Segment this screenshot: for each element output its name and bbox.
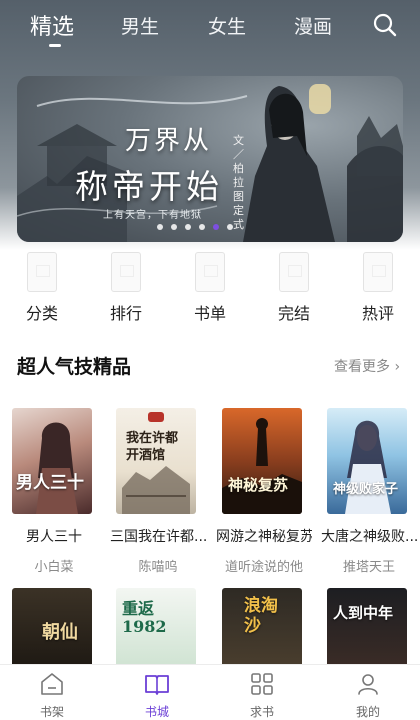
quick-item-label: 书单 <box>193 304 226 323</box>
book-title: 大唐之神级败... <box>321 529 417 545</box>
banner-subtitle: 上有天宫，下有地狱 <box>103 210 202 221</box>
quick-item-ranking[interactable]: 排行 <box>96 252 156 324</box>
category-icon <box>27 252 57 292</box>
quick-item-hot-reviews[interactable]: 热评 <box>348 252 408 324</box>
nav-bookstore[interactable]: 书城 <box>127 671 187 720</box>
quick-item-completed[interactable]: 完结 <box>264 252 324 324</box>
cover-art <box>345 420 391 514</box>
cover-title-text: 神级败家子 <box>333 482 399 497</box>
book-cover: 神秘复苏 <box>222 408 302 514</box>
book-card[interactable]: 我在许都开酒馆 三国我在许都... 陈喵呜 <box>110 408 206 575</box>
quick-item-label: 排行 <box>109 304 142 323</box>
carousel-dot[interactable] <box>171 224 177 230</box>
quick-item-label: 分类 <box>25 304 58 323</box>
tab-comics[interactable]: 漫画 <box>294 12 332 39</box>
nav-label: 书城 <box>144 705 169 719</box>
book-title: 男人三十 <box>26 529 82 545</box>
carousel-dot-active[interactable] <box>213 224 219 230</box>
book-card[interactable]: 重返1982 <box>116 588 196 668</box>
cover-title-text: 朝仙 <box>42 622 78 643</box>
hot-reviews-icon <box>363 252 393 292</box>
cover-title-text: 重返1982 <box>122 599 167 636</box>
nav-profile[interactable]: 我的 <box>338 671 398 720</box>
section-title: 超人气技精品 <box>17 356 132 378</box>
book-author: 道听途说的他 <box>224 560 303 575</box>
banner-title-line2: 称帝开始 <box>75 167 223 206</box>
quick-item-category[interactable]: 分类 <box>12 252 72 324</box>
book-open-icon <box>145 675 169 695</box>
cover-title-text: 人到中年 <box>333 604 394 622</box>
nav-label: 我的 <box>355 705 380 719</box>
book-author: 陈喵呜 <box>138 560 178 575</box>
tab-female[interactable]: 女生 <box>208 12 246 39</box>
user-icon <box>358 674 378 695</box>
book-card[interactable]: 神秘复苏 网游之神秘复苏 道听途说的他 <box>216 408 312 575</box>
search-button[interactable] <box>372 12 398 38</box>
book-card[interactable]: 神级败家子 大唐之神级败... 推塔天王 <box>321 408 417 575</box>
nav-bookshelf[interactable]: 书架 <box>22 671 82 720</box>
book-author: 推塔天王 <box>342 560 395 575</box>
book-author: 小白菜 <box>34 560 74 575</box>
book-card[interactable]: 男人三十 男人三十 小白菜 <box>12 408 94 575</box>
quick-item-label: 完结 <box>277 304 310 323</box>
nav-label: 书架 <box>39 705 64 719</box>
book-cover: 神级败家子 <box>327 408 407 514</box>
cover-title-text: 男人三十 <box>16 473 84 493</box>
bottom-navigation: 书架 书城 求书 我的 <box>0 664 420 720</box>
banner-title-line1: 万界从 <box>125 126 213 156</box>
shelf-icon <box>41 673 63 695</box>
promo-banner[interactable]: 万界从 称帝开始 上有天宫，下有地狱 文／柏拉图定式 <box>17 76 403 242</box>
active-tab-indicator <box>49 44 61 47</box>
tab-male[interactable]: 男生 <box>121 12 159 39</box>
completed-icon <box>279 252 309 292</box>
ranking-icon <box>111 252 141 292</box>
banner-author: 文／柏拉图定式 <box>233 134 244 231</box>
carousel-dot[interactable] <box>185 224 191 230</box>
cover-art <box>222 418 302 514</box>
top-navigation: 精选 男生 女生 漫画 <box>0 0 420 62</box>
see-more-link[interactable]: 查看更多 › <box>334 356 400 376</box>
quick-item-booklist[interactable]: 书单 <box>180 252 240 324</box>
booklist-icon <box>195 252 225 292</box>
quick-menu: 分类 排行 书单 完结 热评 <box>0 252 420 332</box>
cover-title-text: 我在许都开酒馆 <box>126 431 179 463</box>
book-cover: 男人三十 <box>12 408 92 514</box>
tab-featured[interactable]: 精选 <box>30 9 74 41</box>
carousel-dot[interactable] <box>227 224 233 230</box>
grid-icon <box>251 673 273 695</box>
cover-art <box>36 422 78 514</box>
nav-label: 求书 <box>249 705 274 719</box>
book-cover: 我在许都开酒馆 <box>116 408 196 514</box>
search-icon <box>373 13 397 37</box>
carousel-dot[interactable] <box>157 224 163 230</box>
book-card[interactable]: 浪淘沙 <box>222 588 302 668</box>
banner-artwork <box>17 84 403 242</box>
cover-title-text: 神秘复苏 <box>228 476 289 494</box>
book-title: 网游之神秘复苏 <box>216 529 312 545</box>
book-title: 三国我在许都... <box>110 529 206 545</box>
cover-title-text: 浪淘沙 <box>244 596 278 636</box>
quick-item-label: 热评 <box>361 304 394 323</box>
book-card[interactable]: 朝仙 <box>12 588 92 668</box>
book-card[interactable]: 人到中年 <box>327 588 407 668</box>
carousel-dot[interactable] <box>199 224 205 230</box>
carousel-dots <box>157 224 233 230</box>
nav-request-book[interactable]: 求书 <box>232 671 292 720</box>
